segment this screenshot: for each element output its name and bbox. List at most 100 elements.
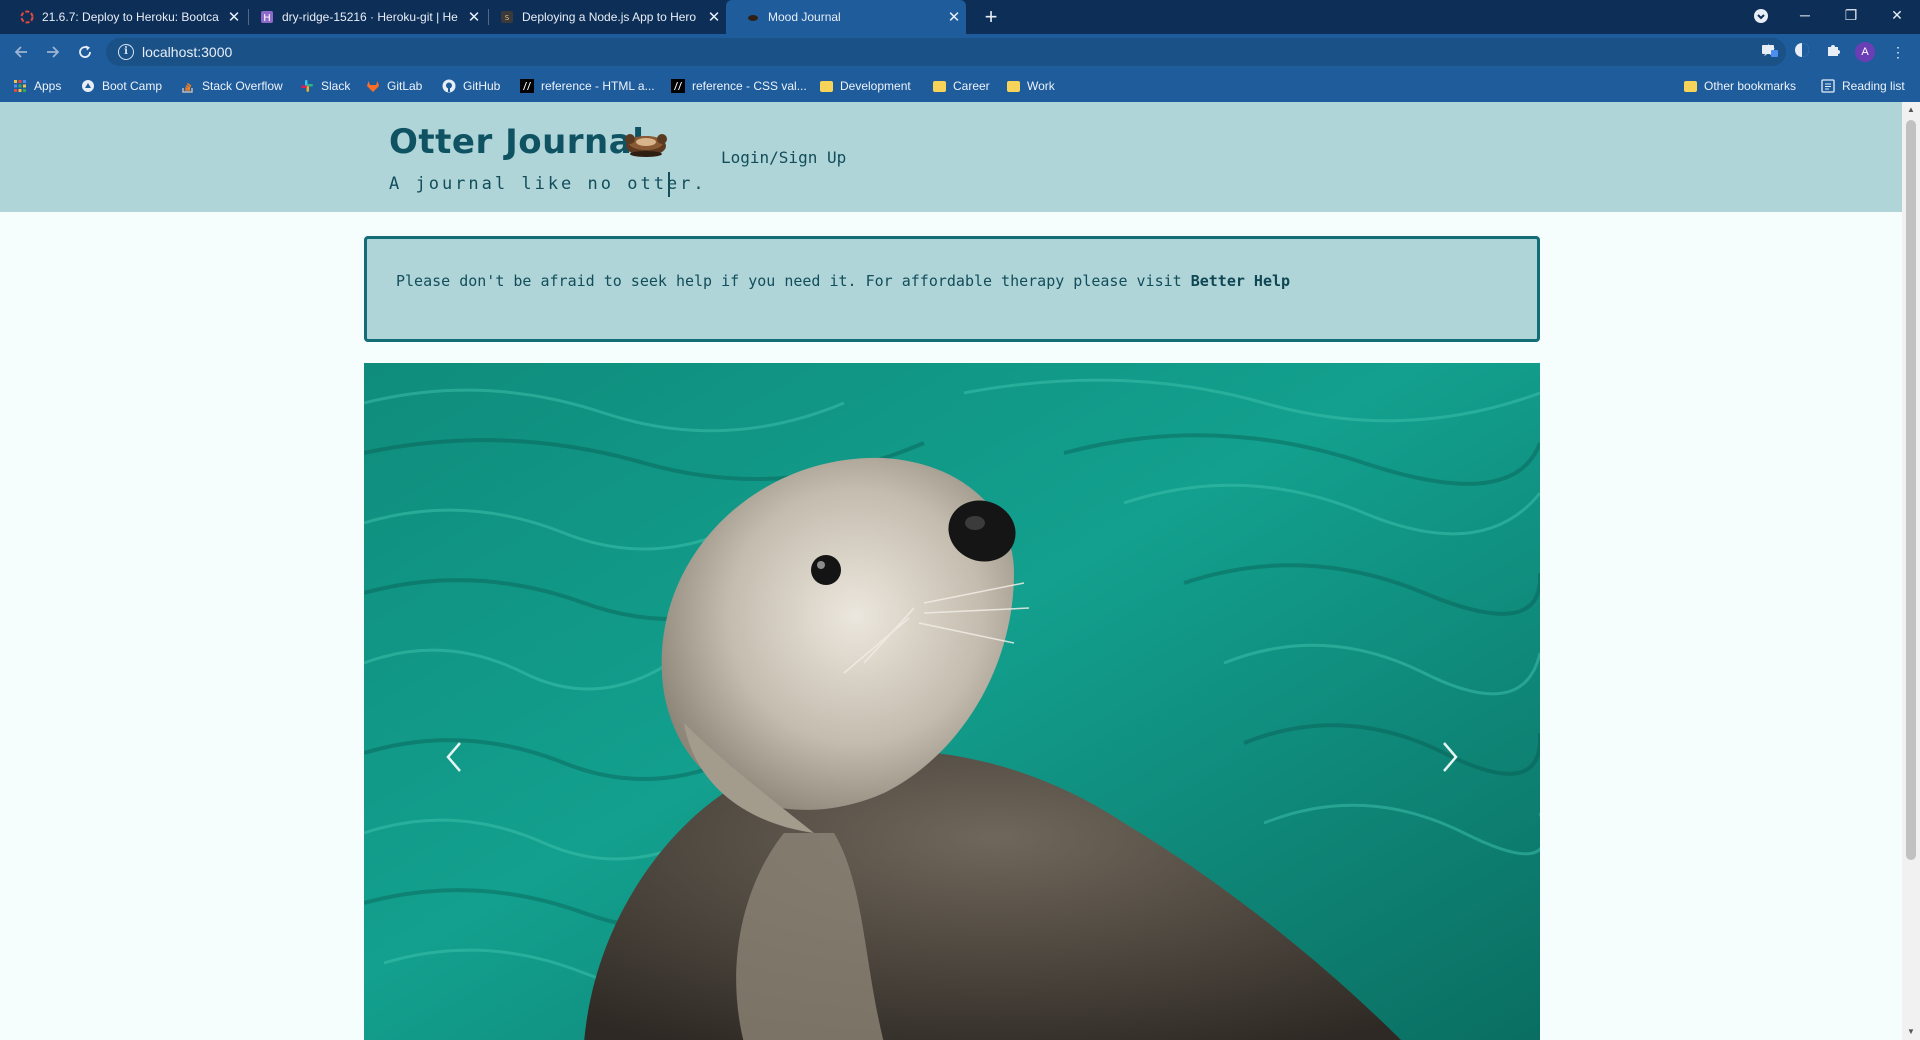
otter-emoji-icon [625, 134, 667, 157]
bookmark-stackoverflow[interactable]: Stack Overflow [181, 70, 283, 102]
tab-title: 21.6.7: Deploy to Heroku: Bootca [42, 10, 219, 24]
bookmark-gitlab[interactable]: GitLab [366, 70, 422, 102]
bookmark-label: Other bookmarks [1704, 79, 1797, 93]
stackoverflow-icon [182, 82, 193, 93]
chevron-right-icon [1443, 742, 1458, 772]
sitepoint-tab-icon: S [501, 11, 513, 23]
bookmark-folder-development[interactable]: Development [820, 70, 911, 102]
help-notice-text: Please don't be afraid to seek help if y… [396, 272, 1290, 290]
tab-title: dry-ridge-15216 · Heroku-git | He [282, 10, 458, 24]
folder-icon [1684, 80, 1697, 92]
sea-otter-image [364, 363, 1540, 1040]
bookmark-label: GitLab [387, 79, 423, 93]
bookmark-label: Apps [34, 79, 62, 93]
browser-toolbar: i localhost:3000 ☆ A ⋮ [0, 34, 1920, 70]
better-help-link[interactable]: Better Help [1191, 272, 1290, 290]
bookmark-label: Reading list [1842, 79, 1905, 93]
browser-tab-bar: 21.6.7: Deploy to Heroku: Bootca ✕ H dry… [0, 0, 1920, 34]
browser-menu-button[interactable]: ⋮ [1888, 42, 1908, 62]
scroll-up-arrow-icon[interactable]: ▲ [1902, 102, 1920, 118]
scroll-down-arrow-icon[interactable]: ▼ [1902, 1024, 1920, 1040]
browser-tab[interactable]: 21.6.7: Deploy to Heroku: Bootca ✕ [0, 0, 246, 34]
bookmark-label: Slack [321, 79, 351, 93]
new-tab-button[interactable]: + [977, 3, 1005, 31]
bookmark-label: Career [953, 79, 990, 93]
bookmark-bootcamp[interactable]: Boot Camp [81, 70, 162, 102]
bookmark-css-reference[interactable]: reference - CSS val... [671, 70, 807, 102]
bookmark-other-bookmarks[interactable]: Other bookmarks [1684, 70, 1796, 102]
extensions-button[interactable] [1823, 42, 1843, 62]
tab-search-button[interactable] [1738, 0, 1784, 30]
bookmark-github[interactable]: GitHub [442, 70, 500, 102]
arrow-right-icon [47, 46, 60, 58]
extension-icon[interactable] [1792, 42, 1812, 62]
site-info-icon[interactable]: i [118, 44, 134, 60]
browser-tab[interactable]: H dry-ridge-15216 · Heroku-git | He ✕ [240, 0, 486, 34]
site-title[interactable]: Otter Journal [389, 122, 644, 162]
folder-icon [820, 80, 833, 92]
reload-icon [79, 45, 91, 58]
tab-search-icon [1754, 9, 1768, 23]
bookmark-label: Work [1027, 79, 1055, 93]
site-tagline: A journal like no otter. [389, 174, 707, 194]
bookmark-label: Stack Overflow [202, 79, 283, 93]
mdn-icon [671, 79, 685, 93]
close-tab-icon[interactable]: ✕ [942, 8, 966, 26]
tab-title: Deploying a Node.js App to Hero [522, 10, 697, 24]
site-header: Otter Journal A journal like no otter. L… [0, 102, 1902, 212]
browser-tab-active[interactable]: Mood Journal ✕ [726, 0, 966, 34]
bookmark-folder-career[interactable]: Career [933, 70, 990, 102]
chevron-left-icon [446, 742, 461, 772]
bookmark-label: Boot Camp [102, 79, 163, 93]
tab-title: Mood Journal [768, 10, 841, 24]
url-text: localhost:3000 [142, 44, 233, 60]
heroku-tab-icon: H [261, 11, 273, 24]
arrow-left-icon [14, 46, 27, 58]
back-button[interactable] [9, 40, 33, 64]
slack-icon [301, 80, 313, 92]
carousel-next-button[interactable] [1420, 363, 1540, 1040]
mdn-icon [520, 79, 534, 93]
otter-tab-icon [748, 15, 758, 21]
forward-button[interactable] [41, 40, 65, 64]
login-signup-link[interactable]: Login/Sign Up [721, 148, 846, 167]
bookmark-label: Development [840, 79, 911, 93]
help-notice: Please don't be afraid to seek help if y… [364, 236, 1540, 342]
folder-icon [1007, 80, 1020, 92]
address-bar[interactable]: i localhost:3000 ☆ [106, 38, 1786, 66]
bookmarks-bar: Apps Boot Camp Stack Overflow Slack GitL… [0, 70, 1920, 102]
browser-tab[interactable]: S Deploying a Node.js App to Hero ✕ [480, 0, 726, 34]
typing-caret [668, 172, 670, 197]
minimize-button[interactable]: ─ [1782, 0, 1828, 30]
cast-extension-icon [1762, 45, 1778, 57]
puzzle-icon [1828, 45, 1840, 56]
carousel-prev-button[interactable] [364, 363, 484, 1040]
extension-icon[interactable] [1760, 42, 1780, 62]
svg-text:S: S [505, 14, 510, 22]
restore-button[interactable]: ❐ [1828, 0, 1874, 30]
profile-avatar[interactable]: A [1855, 42, 1875, 62]
bookmark-slack[interactable]: Slack [300, 70, 350, 102]
bookmark-apps[interactable]: Apps [13, 70, 61, 102]
bookmark-html-reference[interactable]: reference - HTML a... [520, 70, 655, 102]
reload-button[interactable] [73, 40, 97, 64]
bookmark-label: reference - CSS val... [692, 79, 807, 93]
page-scrollbar[interactable]: ▲ ▼ [1902, 102, 1920, 1040]
image-carousel [364, 363, 1540, 1040]
close-window-button[interactable]: ✕ [1874, 0, 1920, 30]
svg-text:H: H [263, 13, 271, 24]
apps-grid-icon [14, 80, 26, 92]
dark-mode-extension-icon [1795, 43, 1809, 57]
reading-list-button[interactable]: Reading list [1821, 70, 1905, 102]
bootcamp-icon [82, 80, 94, 92]
bootcamp-tab-icon [20, 10, 34, 24]
bookmark-folder-work[interactable]: Work [1007, 70, 1055, 102]
scrollbar-thumb[interactable] [1906, 120, 1916, 860]
github-icon [442, 79, 456, 93]
close-tab-icon[interactable]: ✕ [702, 8, 726, 26]
reading-list-icon [1821, 79, 1835, 93]
bookmark-label: GitHub [463, 79, 501, 93]
gitlab-icon [367, 81, 379, 92]
folder-icon [933, 80, 946, 92]
bookmark-label: reference - HTML a... [541, 79, 655, 93]
